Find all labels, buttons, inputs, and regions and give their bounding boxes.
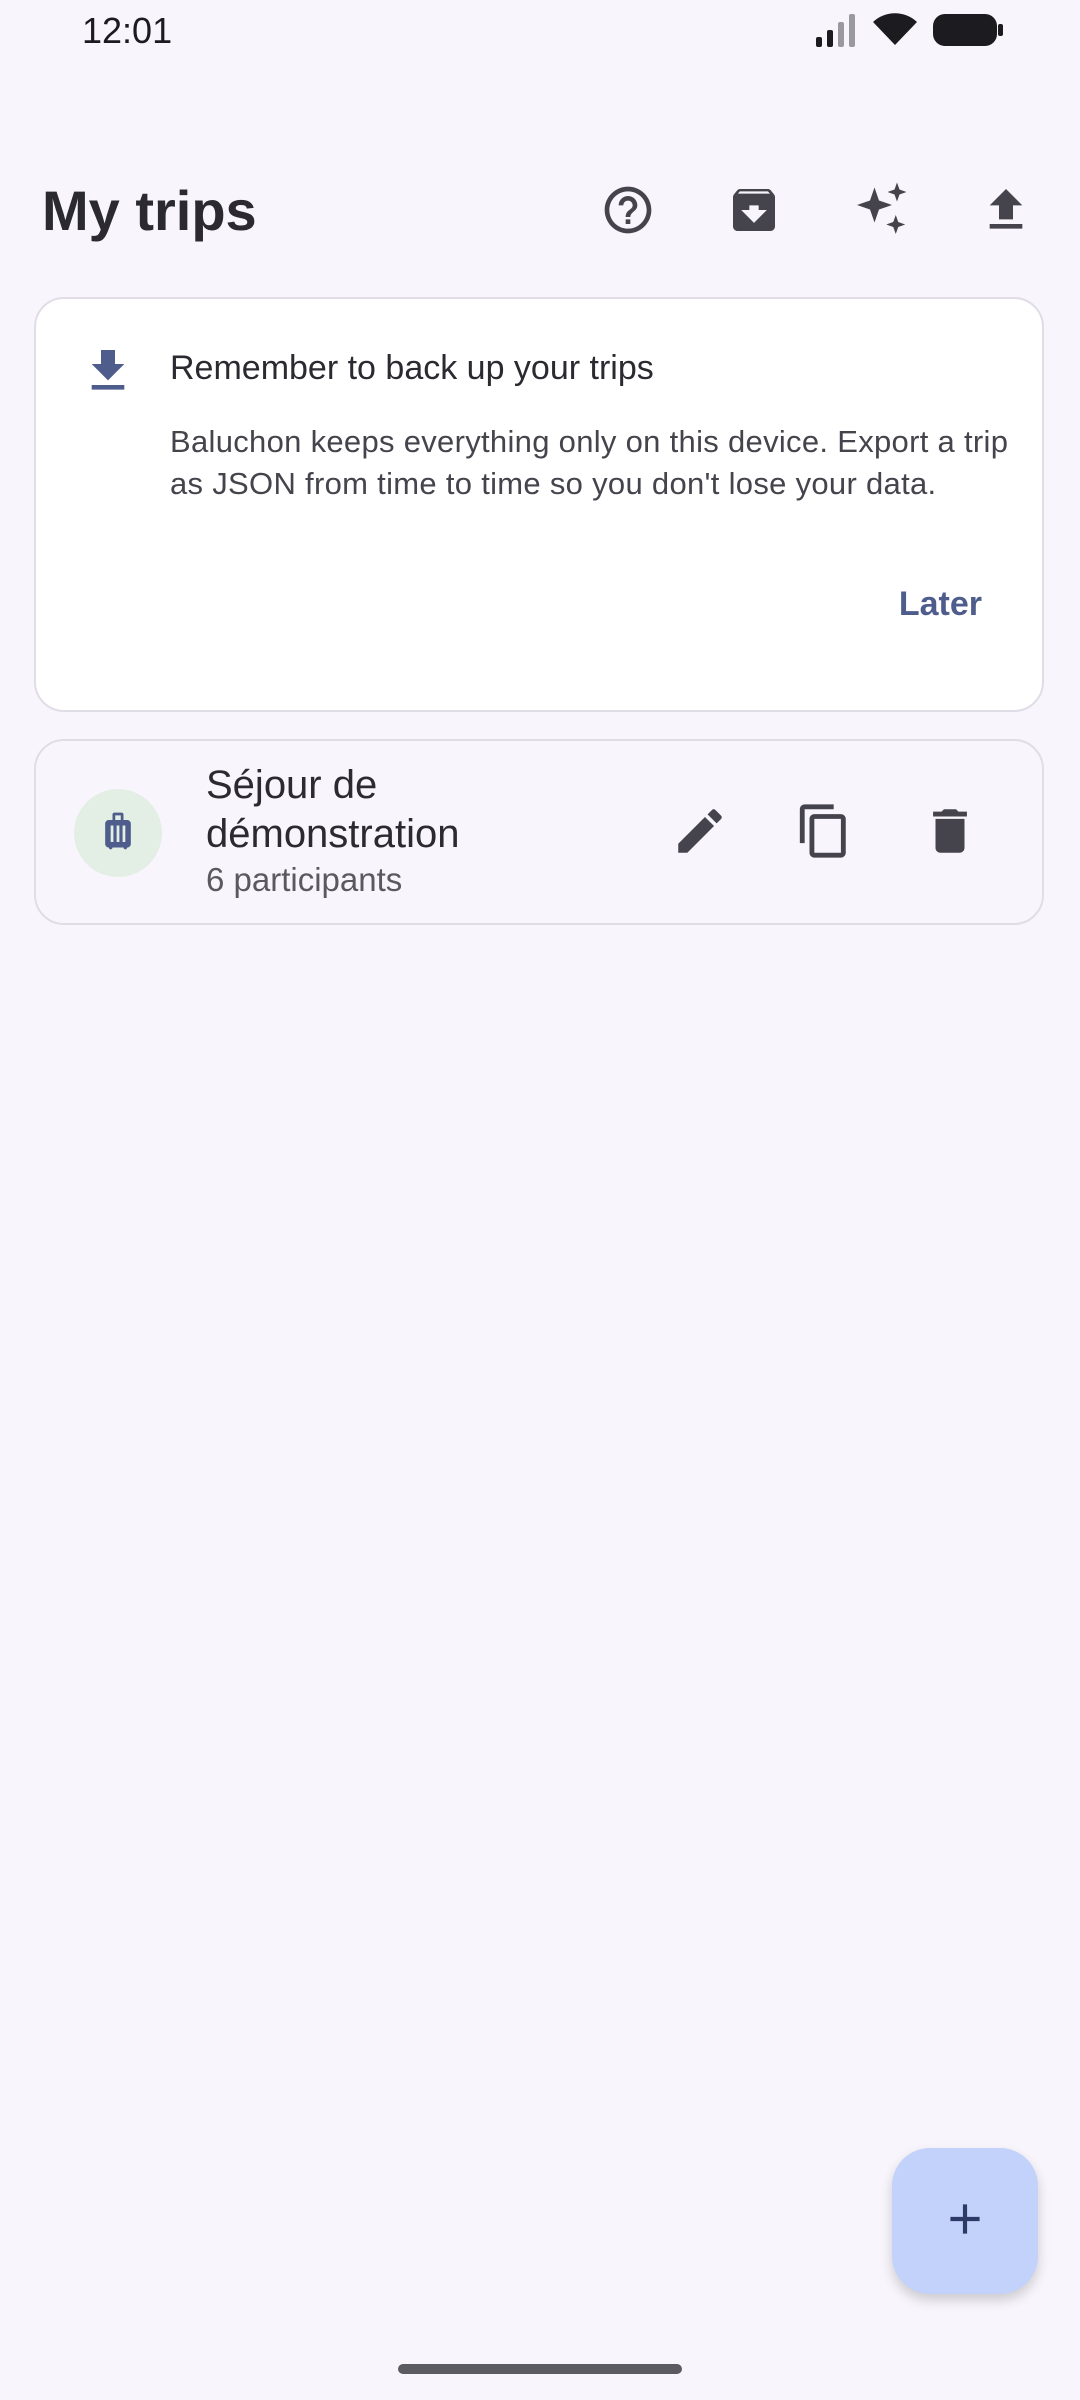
wifi-icon [872,13,918,52]
archive-button[interactable] [712,170,796,254]
edit-icon [671,802,729,865]
help-icon [600,182,656,243]
trip-participants: 6 participants [206,861,403,898]
status-bar: 12:01 [0,0,1080,66]
sparkle-button[interactable] [840,170,924,254]
status-time: 12:01 [82,10,173,51]
duplicate-trip-button[interactable] [782,791,866,875]
delete-trip-button[interactable] [908,791,992,875]
later-button[interactable]: Later [899,585,982,624]
trip-avatar [74,789,162,877]
copy-icon [795,802,853,865]
backup-title: Remember to back up your trips [170,349,654,387]
luggage-icon [96,809,140,858]
upload-icon [978,182,1034,243]
battery-icon [932,12,1004,53]
plus-icon [940,2194,990,2249]
signal-icon [814,13,858,52]
status-icons [814,12,1004,53]
page-title: My trips [42,179,257,242]
trip-name: Séjour de démonstration [206,763,460,856]
backup-message: Baluchon keeps everything only on this d… [170,424,1009,501]
add-trip-button[interactable] [892,2148,1038,2294]
gesture-nav-bar[interactable] [398,2364,682,2374]
help-button[interactable] [586,170,670,254]
delete-icon [921,802,979,865]
app-header: My trips [0,150,1080,270]
archive-icon [726,182,782,243]
edit-trip-button[interactable] [658,791,742,875]
backup-reminder-card: Remember to back up your trips Baluchon … [34,297,1044,712]
sparkle-icon [852,180,912,245]
upload-button[interactable] [964,170,1048,254]
trip-card[interactable]: Séjour de démonstration 6 participants [34,739,1044,925]
download-icon [80,343,136,399]
